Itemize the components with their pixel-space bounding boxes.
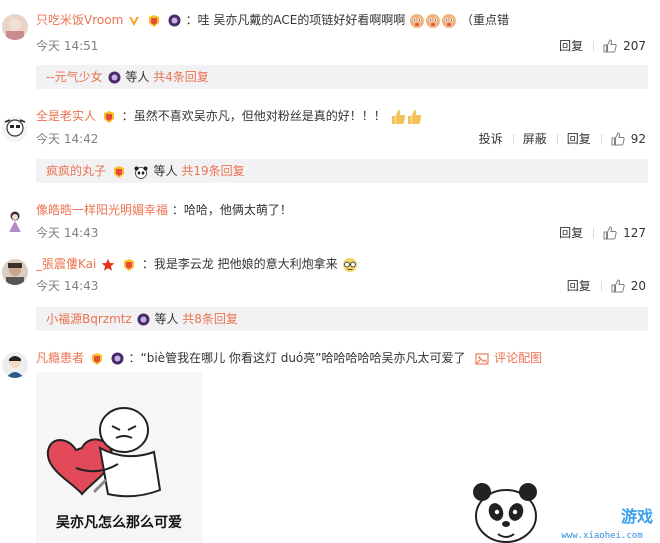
image-icon bbox=[475, 352, 489, 366]
reply-username[interactable]: --元气少女 bbox=[46, 70, 103, 84]
view-replies-link[interactable]: 共8条回复 bbox=[182, 312, 238, 326]
star-badge-icon bbox=[101, 258, 115, 272]
comment-text: 虽然不喜欢吴亦凡，但他对粉丝是真的好！！！ bbox=[133, 109, 386, 123]
avatar[interactable] bbox=[2, 14, 28, 40]
tongue-face-emoji-icon bbox=[425, 13, 441, 29]
meme-caption: 吴亦凡怎么那么可爱 bbox=[56, 514, 182, 531]
reply-button[interactable]: 回复 bbox=[556, 132, 601, 146]
like-count: 207 bbox=[623, 39, 646, 53]
comment-time: 今天 14:43 bbox=[36, 226, 99, 240]
thumbs-up-emoji-icon bbox=[406, 109, 422, 125]
comment-text: 哇 吴亦凡戴的ACE的项链好好看啊啊啊 bbox=[197, 13, 406, 27]
thumbs-up-icon bbox=[611, 279, 625, 293]
thumbs-up-emoji-icon bbox=[390, 109, 406, 125]
like-count: 127 bbox=[623, 226, 646, 240]
like-button[interactable]: 92 bbox=[600, 132, 646, 146]
panda-logo: 小黑 游戏 www.xiaohei.com bbox=[473, 483, 653, 543]
glasses-face-emoji-icon bbox=[342, 257, 358, 273]
comment-time: 今天 14:43 bbox=[36, 279, 99, 293]
vip-badge-icon bbox=[111, 165, 127, 179]
comment-text: 我是李云龙 把他娘的意大利炮拿来 bbox=[153, 257, 338, 271]
level-badge-icon bbox=[137, 313, 150, 326]
reply-button[interactable]: 回复 bbox=[557, 279, 601, 293]
site-watermark: 小黑 游戏 www.xiaohei.com bbox=[462, 470, 660, 543]
level-badge-icon bbox=[108, 71, 121, 84]
report-button[interactable]: 投诉 bbox=[469, 132, 513, 146]
view-replies-link[interactable]: 共4条回复 bbox=[153, 70, 209, 84]
level-badge-icon bbox=[111, 352, 124, 365]
vip-badge-icon bbox=[121, 258, 137, 272]
thumbs-up-icon bbox=[603, 39, 617, 53]
like-count: 20 bbox=[630, 279, 646, 293]
like-count: 92 bbox=[630, 132, 646, 146]
vip-badge-icon bbox=[146, 14, 162, 28]
comment-text: “biè管我在哪儿 你看这灯 duó亮”哈哈哈哈哈吴亦凡太可爱了 bbox=[140, 351, 466, 365]
reply-button[interactable]: 回复 bbox=[549, 226, 593, 240]
tongue-face-emoji-icon bbox=[409, 13, 425, 29]
vip-badge-icon bbox=[101, 110, 117, 124]
vip-badge-icon bbox=[89, 352, 105, 366]
username[interactable]: 凡瘾患者 bbox=[36, 351, 84, 365]
watermark-brand: 小黑 bbox=[554, 485, 614, 520]
comment-time: 今天 14:51 bbox=[36, 39, 99, 53]
username[interactable]: 全是老实人 bbox=[36, 109, 96, 123]
thumbs-up-icon bbox=[603, 226, 617, 240]
level-badge-icon bbox=[168, 14, 181, 27]
comment-text-suffix: （重点错 bbox=[461, 13, 510, 27]
reply-summary: 小福源Bqrzmtz 等人 共8条回复 bbox=[36, 307, 648, 331]
comment-image[interactable]: 吴亦凡怎么那么可爱 bbox=[36, 372, 202, 543]
username[interactable]: 像皓晧一样阳光明媚幸福 bbox=[36, 203, 168, 217]
view-replies-link[interactable]: 共19条回复 bbox=[181, 164, 244, 178]
username[interactable]: 只吃米饭Vroom bbox=[36, 13, 123, 27]
reply-summary: --元气少女 等人 共4条回复 bbox=[36, 65, 648, 89]
tongue-face-emoji-icon bbox=[441, 13, 457, 29]
reply-button[interactable]: 回复 bbox=[549, 39, 593, 53]
avatar[interactable] bbox=[2, 207, 28, 233]
meme-illustration: 吴亦凡怎么那么可爱 bbox=[36, 372, 202, 543]
username[interactable]: _張震僂Kai bbox=[36, 257, 96, 271]
panda-icon bbox=[133, 165, 149, 179]
like-button[interactable]: 207 bbox=[593, 39, 646, 53]
reply-username[interactable]: 疯疯的丸子 bbox=[46, 164, 106, 178]
avatar[interactable] bbox=[2, 352, 28, 378]
like-button[interactable]: 20 bbox=[600, 279, 646, 293]
comment-text: 哈哈，他俩太萌了！ bbox=[183, 203, 292, 217]
like-button[interactable]: 127 bbox=[593, 226, 646, 240]
reply-username[interactable]: 小福源Bqrzmtz bbox=[46, 312, 132, 326]
avatar[interactable] bbox=[2, 116, 28, 142]
reply-summary: 疯疯的丸子 等人 共19条回复 bbox=[36, 159, 648, 183]
watermark-url: www.xiaohei.com bbox=[561, 531, 642, 541]
block-button[interactable]: 屏蔽 bbox=[512, 132, 557, 146]
comment-time: 今天 14:42 bbox=[36, 132, 99, 146]
watermark-sub: 游戏 bbox=[621, 507, 653, 526]
thumbs-up-icon bbox=[611, 132, 625, 146]
verified-v-icon bbox=[128, 15, 140, 27]
comment-image-link[interactable]: 评论配图 bbox=[494, 351, 542, 365]
avatar[interactable] bbox=[2, 259, 28, 285]
